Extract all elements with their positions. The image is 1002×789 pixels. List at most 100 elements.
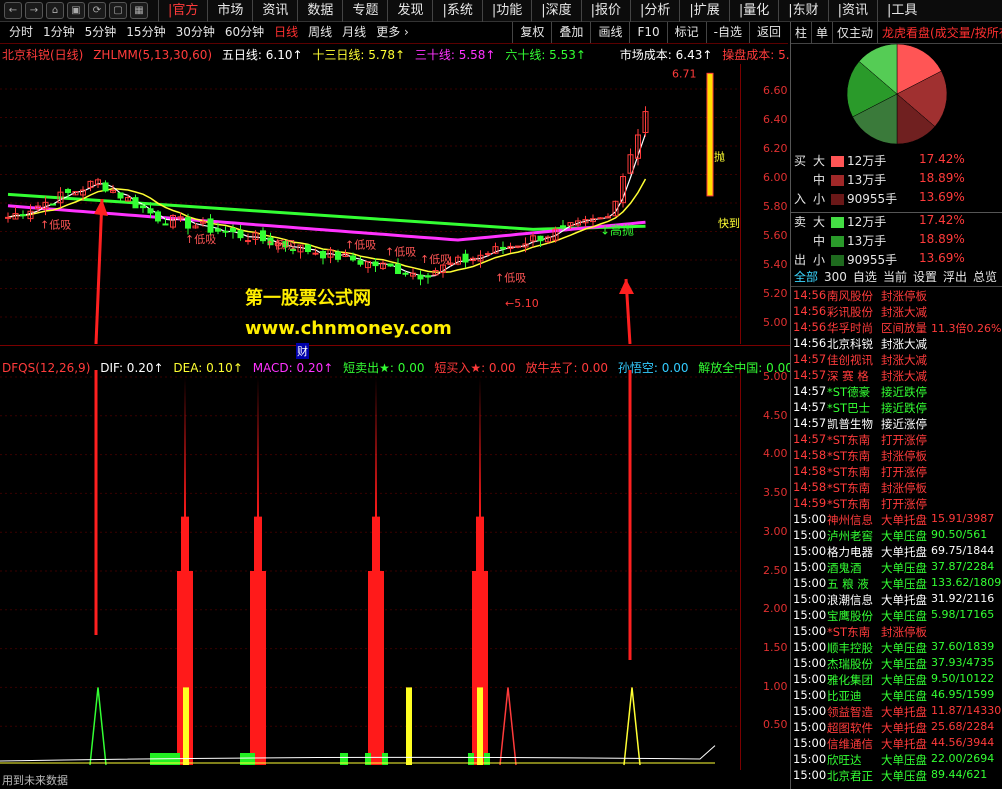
nav-button-2[interactable]: ⌂ xyxy=(46,2,64,19)
tool-button-5[interactable]: -自选 xyxy=(705,22,749,43)
alert-stock[interactable]: 神州信息 xyxy=(827,512,873,528)
alert-row[interactable]: 14:57 *ST巴士 接近跌停 xyxy=(791,400,1002,416)
alert-row[interactable]: 15:00 雅化集团 大单压盘 9.50/10122 xyxy=(791,672,1002,688)
nav-button-6[interactable]: ▦ xyxy=(130,2,148,19)
alert-row[interactable]: 14:57 凯普生物 接近涨停 xyxy=(791,416,1002,432)
alert-stock[interactable]: 领益智造 xyxy=(827,704,873,720)
alert-row[interactable]: 15:00 五 粮 液大单压盘 133.62/1809 xyxy=(791,576,1002,592)
alert-stock[interactable]: 比亚迪 xyxy=(827,688,862,704)
alert-row[interactable]: 15:00 超图软件 大单托盘 25.68/2284 xyxy=(791,720,1002,736)
alert-stock[interactable]: 酒鬼酒 xyxy=(827,560,862,576)
alert-stock[interactable]: 泸州老窖 xyxy=(827,528,873,544)
nav-button-1[interactable]: → xyxy=(25,2,43,19)
menu-item-2[interactable]: 资讯 xyxy=(252,0,297,22)
alert-stock[interactable]: 南风股份 xyxy=(827,288,873,304)
alert-stock[interactable]: 佳创视讯 xyxy=(827,352,873,368)
finance-marker[interactable]: 财 xyxy=(296,343,309,359)
period-tab-2[interactable]: 5分钟 xyxy=(80,22,122,43)
indicator-chart[interactable] xyxy=(0,370,740,770)
period-tab-4[interactable]: 30分钟 xyxy=(171,22,220,43)
tool-button-4[interactable]: 标记 xyxy=(666,22,706,43)
menu-item-12[interactable]: |量化 xyxy=(728,0,778,22)
alert-tab-5[interactable]: 浮出 xyxy=(940,267,970,286)
menu-item-8[interactable]: |深度 xyxy=(531,0,580,22)
alert-tab-0[interactable]: 全部 xyxy=(791,267,821,286)
menu-item-15[interactable]: |工具 xyxy=(876,0,926,22)
alert-row[interactable]: 15:00 杰瑞股份 大单压盘 37.93/4735 xyxy=(791,656,1002,672)
alert-tab-1[interactable]: 300 xyxy=(821,267,850,286)
formula-name[interactable]: ZHLMM(5,13,30,60) xyxy=(93,48,212,62)
alert-stock[interactable]: 信维通信 xyxy=(827,736,873,752)
alert-row[interactable]: 14:57 深 赛 格封涨大减 xyxy=(791,368,1002,384)
alert-stock[interactable]: 格力电器 xyxy=(827,544,873,560)
alert-row[interactable]: 14:56 南风股份 封涨停板 xyxy=(791,288,1002,304)
panel-divider[interactable] xyxy=(0,345,790,346)
alert-tab-6[interactable]: 总览 xyxy=(970,267,1000,286)
menu-item-13[interactable]: |东财 xyxy=(778,0,827,22)
menu-item-11[interactable]: |扩展 xyxy=(679,0,728,22)
period-tab-6[interactable]: 日线 xyxy=(269,22,303,43)
alert-row[interactable]: 15:00 顺丰控股 大单压盘 37.60/1839 xyxy=(791,640,1002,656)
period-tab-1[interactable]: 1分钟 xyxy=(38,22,80,43)
menu-item-0[interactable]: |官方 xyxy=(158,0,207,22)
alert-stock[interactable]: *ST东南 xyxy=(827,448,870,464)
alert-stock[interactable]: 凯普生物 xyxy=(827,416,873,432)
right-tab-0[interactable]: 柱 xyxy=(791,22,813,43)
alert-stock[interactable]: 五 粮 液 xyxy=(827,576,869,592)
right-tab-2[interactable]: 仅主动 xyxy=(833,22,879,43)
alert-row[interactable]: 15:00 宝鹰股份 大单压盘 5.98/17165 xyxy=(791,608,1002,624)
menu-item-1[interactable]: 市场 xyxy=(207,0,252,22)
alert-row[interactable]: 14:58 *ST东南 打开涨停 xyxy=(791,464,1002,480)
alert-row[interactable]: 15:00 比亚迪 大单压盘 46.95/1599 xyxy=(791,688,1002,704)
alert-stock[interactable]: *ST巴士 xyxy=(827,400,870,416)
alert-stock[interactable]: 浪潮信息 xyxy=(827,592,873,608)
menu-item-6[interactable]: |系统 xyxy=(432,0,481,22)
alert-row[interactable]: 14:57 *ST东南 打开涨停 xyxy=(791,432,1002,448)
menu-item-4[interactable]: 专题 xyxy=(342,0,387,22)
alert-stock[interactable]: *ST德豪 xyxy=(827,384,870,400)
alert-row[interactable]: 15:00 北京君正 大单压盘 89.44/621 xyxy=(791,768,1002,784)
menu-item-9[interactable]: |报价 xyxy=(580,0,630,22)
alert-stock[interactable]: *ST东南 xyxy=(827,464,870,480)
tool-button-3[interactable]: F10 xyxy=(629,22,666,43)
alert-stock[interactable]: 顺丰控股 xyxy=(827,640,873,656)
alert-stock[interactable]: *ST东南 xyxy=(827,480,870,496)
period-tab-7[interactable]: 周线 xyxy=(303,22,337,43)
period-tab-0[interactable]: 分时 xyxy=(4,22,38,43)
nav-button-0[interactable]: ← xyxy=(4,2,22,19)
nav-button-4[interactable]: ⟳ xyxy=(88,2,106,19)
alert-stock[interactable]: 北京科锐 xyxy=(827,336,873,352)
tool-button-0[interactable]: 复权 xyxy=(512,22,551,43)
alert-stock[interactable]: 欣旺达 xyxy=(827,752,862,768)
alert-stock[interactable]: 华孚时尚 xyxy=(827,320,873,336)
alert-tab-2[interactable]: 自选 xyxy=(850,267,880,286)
alert-row[interactable]: 14:58 *ST东南 封涨停板 xyxy=(791,448,1002,464)
alert-stock[interactable]: 深 赛 格 xyxy=(827,368,869,384)
alert-row[interactable]: 15:00 领益智造 大单托盘 11.87/14330 xyxy=(791,704,1002,720)
menu-item-7[interactable]: |功能 xyxy=(481,0,531,22)
alert-row[interactable]: 15:00 酒鬼酒 大单压盘 37.87/2284 xyxy=(791,560,1002,576)
alert-tab-3[interactable]: 当前 xyxy=(880,267,910,286)
alert-row[interactable]: 15:00 格力电器 大单托盘 69.75/1844 xyxy=(791,544,1002,560)
alert-row[interactable]: 14:56 华孚时尚 区间放量 11.3倍0.26% xyxy=(791,320,1002,336)
alert-stock[interactable]: 超图软件 xyxy=(827,720,873,736)
alert-row[interactable]: 14:57 佳创视讯 封涨大减 xyxy=(791,352,1002,368)
alert-stock[interactable]: *ST东南 xyxy=(827,624,870,640)
period-tab-8[interactable]: 月线 xyxy=(337,22,371,43)
menu-item-3[interactable]: 数据 xyxy=(297,0,342,22)
stock-title[interactable]: 北京科锐(日线) xyxy=(2,48,83,62)
alert-row[interactable]: 14:57 *ST德豪 接近跌停 xyxy=(791,384,1002,400)
alert-row[interactable]: 14:59 *ST东南 打开涨停 xyxy=(791,496,1002,512)
alert-row[interactable]: 15:00 *ST东南 封涨停板 xyxy=(791,624,1002,640)
alert-tab-4[interactable]: 设置 xyxy=(910,267,940,286)
nav-button-5[interactable]: ▢ xyxy=(109,2,127,19)
alert-row[interactable]: 15:00 欣旺达 大单压盘 22.00/2694 xyxy=(791,752,1002,768)
alert-row[interactable]: 15:00 信维通信 大单托盘 44.56/3944 xyxy=(791,736,1002,752)
tool-button-2[interactable]: 画线 xyxy=(590,22,629,43)
right-tab-3[interactable]: 龙虎看盘(成交量/按所有) xyxy=(878,22,1002,43)
period-tab-3[interactable]: 15分钟 xyxy=(121,22,170,43)
right-tab-1[interactable]: 单 xyxy=(812,22,834,43)
period-tab-9[interactable]: 更多 › xyxy=(371,22,414,43)
menu-item-10[interactable]: |分析 xyxy=(630,0,679,22)
alert-row[interactable]: 14:56 彩讯股份 封涨大减 xyxy=(791,304,1002,320)
